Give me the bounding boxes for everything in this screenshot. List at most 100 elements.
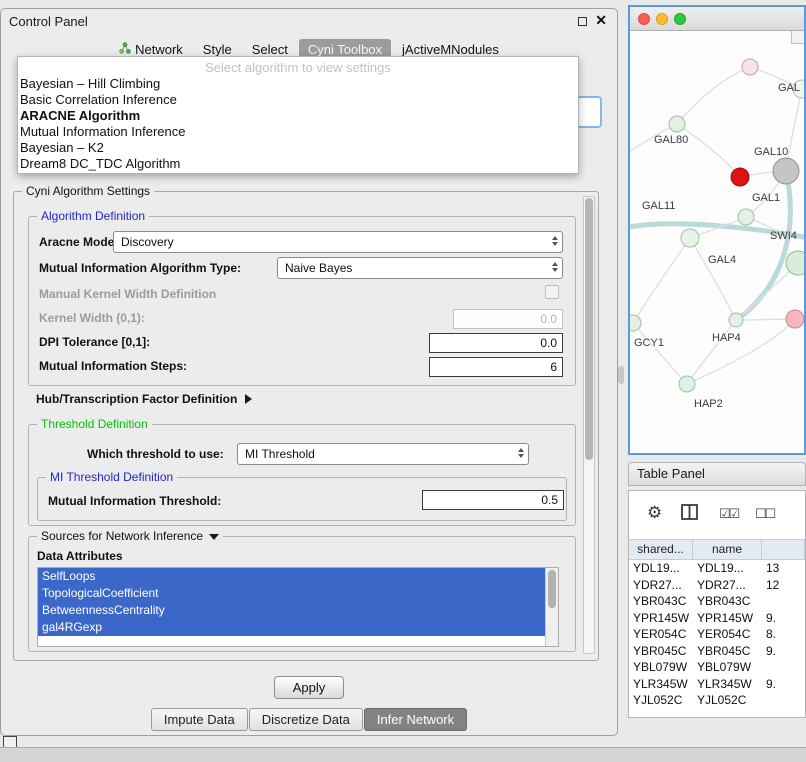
threshold-definition-group: Threshold Definition Which threshold to …	[28, 424, 576, 526]
columns-icon[interactable]	[681, 504, 698, 525]
algorithm-option[interactable]: Dream8 DC_TDC Algorithm	[18, 156, 578, 172]
table-row[interactable]: YLR345WYLR345W9.	[629, 676, 805, 693]
data-attribute-item[interactable]: SelfLoops	[38, 568, 545, 585]
threshold-definition-title: Threshold Definition	[37, 417, 152, 431]
tab-impute-data[interactable]: Impute Data	[151, 708, 248, 731]
network-node[interactable]	[630, 315, 641, 331]
hub-transcription-factor-section[interactable]: Hub/Transcription Factor Definition	[36, 392, 252, 406]
network-node[interactable]	[738, 209, 754, 225]
mi-threshold-field[interactable]: 0.5	[422, 490, 564, 510]
table-row[interactable]: YBL079WYBL079W	[629, 659, 805, 676]
tab-discretize-data[interactable]: Discretize Data	[249, 708, 363, 731]
scrollbar-thumb[interactable]	[585, 198, 593, 460]
table-row[interactable]: YER054CYER054C8.	[629, 626, 805, 643]
network-node[interactable]	[773, 158, 799, 184]
network-node[interactable]	[729, 313, 743, 327]
settings-group-title: Cyni Algorithm Settings	[22, 184, 154, 198]
node-label: GAL11	[642, 200, 675, 212]
close-icon[interactable]: ✕	[595, 12, 607, 29]
network-node[interactable]	[786, 310, 804, 328]
table-row[interactable]: YBR045CYBR045C9.	[629, 643, 805, 660]
algorithm-dropdown-popup: Select algorithm to view settings Bayesi…	[17, 56, 579, 174]
node-label: GAL4	[708, 254, 736, 266]
table-row[interactable]: YDR27...YDR27...12	[629, 577, 805, 594]
attribute-items: SelfLoopsTopologicalCoefficientBetweenne…	[38, 568, 558, 636]
network-node[interactable]	[731, 168, 749, 186]
gear-icon[interactable]: ⚙	[647, 503, 662, 523]
status-bar	[0, 747, 806, 762]
column-header-name[interactable]: name	[693, 540, 762, 559]
network-edge[interactable]	[687, 320, 736, 384]
network-edge[interactable]	[677, 67, 750, 124]
network-view-window: GALGAL80GAL10GAL11GAL1SWI4GAL4GCY1HAP4HA…	[628, 5, 806, 455]
expand-right-icon[interactable]	[245, 394, 252, 404]
data-attribute-item[interactable]: TopologicalCoefficient	[38, 585, 545, 602]
column-header-shared[interactable]: shared...	[629, 540, 693, 559]
cyni-algorithm-settings-group: Cyni Algorithm Settings Algorithm Defini…	[13, 191, 599, 661]
network-node[interactable]	[669, 116, 685, 132]
float-window-icon[interactable]	[578, 17, 587, 26]
collapse-down-icon[interactable]	[209, 534, 219, 540]
checked-boxes-icon[interactable]: ☑☑	[719, 506, 738, 522]
network-edge[interactable]	[633, 238, 690, 323]
tab-label: Select	[252, 42, 288, 57]
combo-arrows-icon	[518, 448, 524, 458]
table-cell: YBL079W	[629, 659, 693, 676]
data-attribute-item[interactable]: gal4RGexp	[38, 619, 545, 636]
mi-algorithm-type-combo[interactable]: Naive Bayes	[277, 257, 563, 279]
aracne-mode-combo[interactable]: Discovery	[113, 231, 563, 253]
table-panel-title: Table Panel	[637, 466, 705, 481]
table-cell: YBR043C	[693, 593, 762, 610]
network-edge[interactable]	[687, 319, 795, 384]
dpi-tolerance-field[interactable]: 0.0	[429, 333, 563, 353]
algorithm-option[interactable]: ARACNE Algorithm	[18, 108, 578, 124]
bottom-tabs: Impute Data Discretize Data Infer Networ…	[1, 708, 617, 731]
unchecked-boxes-icon[interactable]: ☐☐	[755, 506, 774, 522]
dpi-tolerance-label: DPI Tolerance [0,1]:	[39, 335, 150, 349]
network-canvas[interactable]: GALGAL80GAL10GAL11GAL1SWI4GAL4GCY1HAP4HA…	[630, 31, 804, 453]
table-row[interactable]: YPR145WYPR145W9.	[629, 610, 805, 627]
network-node[interactable]	[681, 229, 699, 247]
manual-kernel-width-checkbox[interactable]	[545, 285, 559, 299]
apply-button[interactable]: Apply	[274, 676, 344, 699]
network-node[interactable]	[742, 59, 758, 75]
kernel-width-field[interactable]: 0.0	[453, 309, 563, 329]
network-edge[interactable]	[690, 238, 736, 320]
algorithm-option[interactable]: Bayesian – K2	[18, 140, 578, 156]
network-edge[interactable]	[633, 323, 687, 384]
table-cell: YLR345W	[629, 676, 693, 693]
node-label: HAP4	[712, 332, 741, 344]
scrollbar-thumb[interactable]	[548, 570, 556, 608]
which-threshold-combo[interactable]: MI Threshold	[237, 443, 529, 465]
table-row[interactable]: YDL19...YDL19...13	[629, 560, 805, 577]
minimize-traffic-light-icon[interactable]	[656, 13, 668, 25]
network-edge[interactable]	[677, 124, 740, 177]
data-attributes-list[interactable]: SelfLoopsTopologicalCoefficientBetweenne…	[37, 567, 559, 647]
table-cell: 9.	[762, 610, 805, 627]
table-cell: YDR27...	[629, 577, 693, 594]
zoom-traffic-light-icon[interactable]	[674, 13, 686, 25]
tab-infer-network[interactable]: Infer Network	[364, 708, 467, 731]
data-attributes-label: Data Attributes	[37, 549, 123, 563]
table-row[interactable]: YBR043CYBR043C	[629, 593, 805, 610]
settings-scrollbar[interactable]	[583, 196, 595, 654]
table-row[interactable]: YJL052CYJL052C	[629, 692, 805, 709]
algorithm-definition-title: Algorithm Definition	[37, 209, 149, 223]
table-header-row: shared... name	[629, 539, 805, 560]
table-cell: YLR345W	[693, 676, 762, 693]
algorithm-option[interactable]: Mutual Information Inference	[18, 124, 578, 140]
attributes-scrollbar[interactable]	[545, 568, 558, 646]
algorithm-option[interactable]: Basic Correlation Inference	[18, 92, 578, 108]
network-window-titlebar[interactable]	[630, 7, 804, 31]
algorithm-option[interactable]: Bayesian – Hill Climbing	[18, 76, 578, 92]
close-traffic-light-icon[interactable]	[638, 13, 650, 25]
aracne-mode-label: Aracne Mode:	[39, 235, 118, 249]
mi-steps-field[interactable]: 6	[429, 357, 563, 377]
network-node[interactable]	[679, 376, 695, 392]
column-header-extra[interactable]	[762, 540, 805, 559]
data-attribute-item[interactable]: BetweennessCentrality	[38, 602, 545, 619]
network-graph[interactable]: GALGAL80GAL10GAL11GAL1SWI4GAL4GCY1HAP4HA…	[630, 31, 804, 453]
sources-group-title[interactable]: Sources for Network Inference	[37, 529, 223, 543]
table-panel-titlebar[interactable]: Table Panel	[628, 462, 806, 486]
panel-splitter-handle[interactable]	[618, 366, 624, 384]
